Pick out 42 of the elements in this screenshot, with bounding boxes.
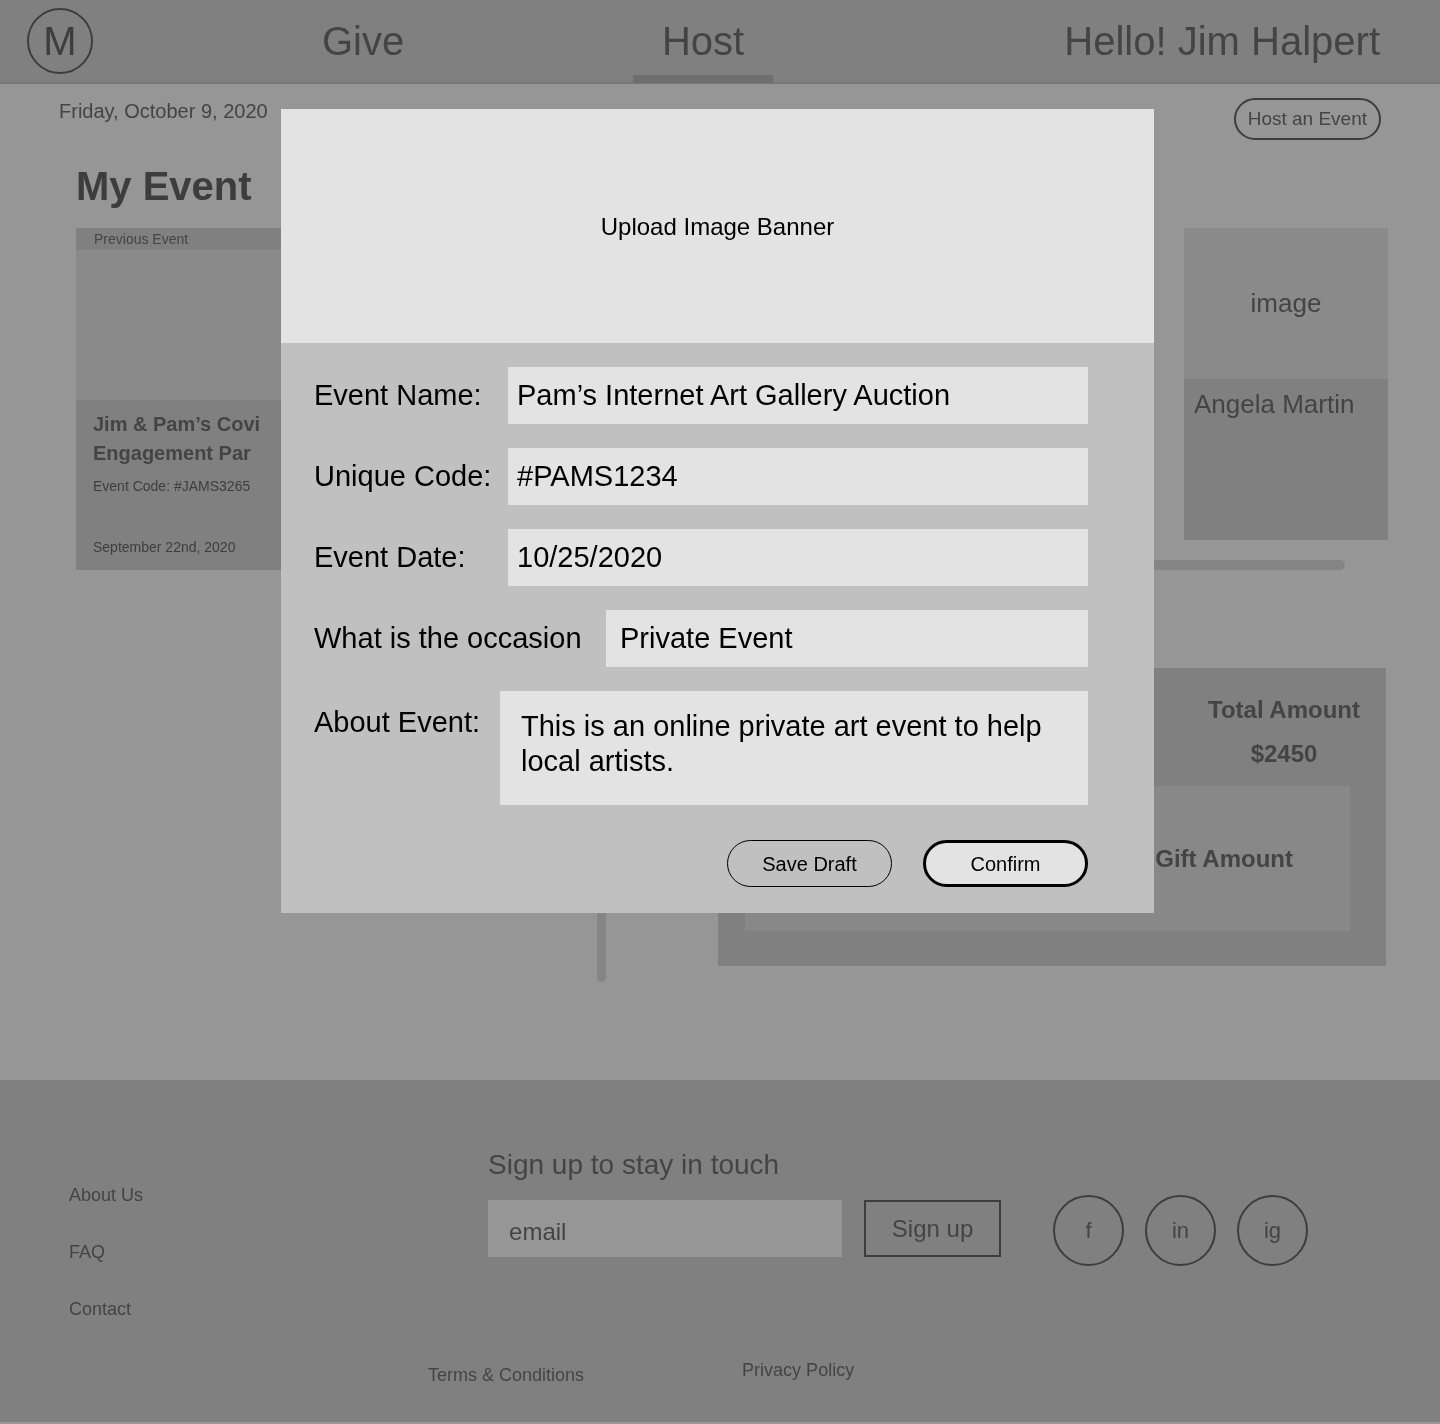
occasion-field[interactable]: Private Event <box>606 610 1088 667</box>
nav-tab[interactable]: Host <box>633 0 773 83</box>
text-field[interactable]: Pam’s Internet Art Gallery Auction <box>508 367 1088 424</box>
field-label: Unique Code: <box>314 458 493 494</box>
guest-card[interactable]: image Angela Martin <box>1184 228 1388 540</box>
field-label: About Event: <box>314 705 482 740</box>
field-label: Event Date: <box>314 539 467 575</box>
guest-name: Angela Martin <box>1193 388 1356 421</box>
social-button[interactable]: f <box>1053 1195 1125 1266</box>
greeting: Hello! Jim Halpert <box>1064 18 1380 65</box>
host-event-button[interactable]: Host an Event <box>1233 98 1381 140</box>
image-placeholder: image <box>1184 228 1388 379</box>
about-field[interactable]: This is an online private art event to help local artists. <box>500 691 1088 805</box>
banner-upload[interactable]: Upload Image Banner <box>281 109 1154 343</box>
event-card[interactable]: Previous Event Jim & Pam’s Covi Engagement Par Event Code: #JAMS3265 September 22nd, 2020 <box>76 228 281 570</box>
footer-link[interactable]: About Us <box>69 1182 144 1209</box>
gift-label: Gift Amount <box>1155 843 1293 874</box>
date-text: Friday, October 9, 2020 <box>59 99 268 124</box>
card-title: Jim & Pam’s Covi Engagement Par <box>93 412 262 466</box>
event-code: Event Code: #JAMS3265 <box>93 477 252 496</box>
card-date: September 22nd, 2020 <box>93 538 237 557</box>
field-label: What is the occasion <box>314 620 583 656</box>
signup-button[interactable]: Sign up <box>864 1200 1002 1257</box>
social-button[interactable]: in <box>1145 1195 1217 1266</box>
footer-link[interactable]: Privacy Policy <box>742 1357 855 1389</box>
text-field[interactable]: 10/25/2020 <box>508 529 1088 586</box>
text-field[interactable]: #PAMS1234 <box>508 448 1088 505</box>
footer-link[interactable]: Contact <box>69 1296 144 1323</box>
save-draft-button[interactable]: Save Draft <box>727 840 892 887</box>
total-label: Total Amount <box>1208 695 1360 725</box>
confirm-button[interactable]: Confirm <box>923 840 1088 887</box>
nav-tab[interactable]: Give <box>293 0 433 83</box>
email-field[interactable]: email <box>488 1200 843 1257</box>
signup-title: Sign up to stay in touch <box>488 1148 781 1182</box>
card-tag: Previous Event <box>76 228 281 250</box>
social-button[interactable]: ig <box>1237 1195 1309 1266</box>
field-label: Event Name: <box>314 377 483 413</box>
footer-link[interactable]: Terms & Conditions <box>428 1362 585 1389</box>
logo[interactable]: M <box>27 8 93 74</box>
total-value: $2450 <box>1250 739 1318 769</box>
page-title: My Event <box>76 164 253 208</box>
footer-link[interactable]: FAQ <box>69 1239 144 1266</box>
